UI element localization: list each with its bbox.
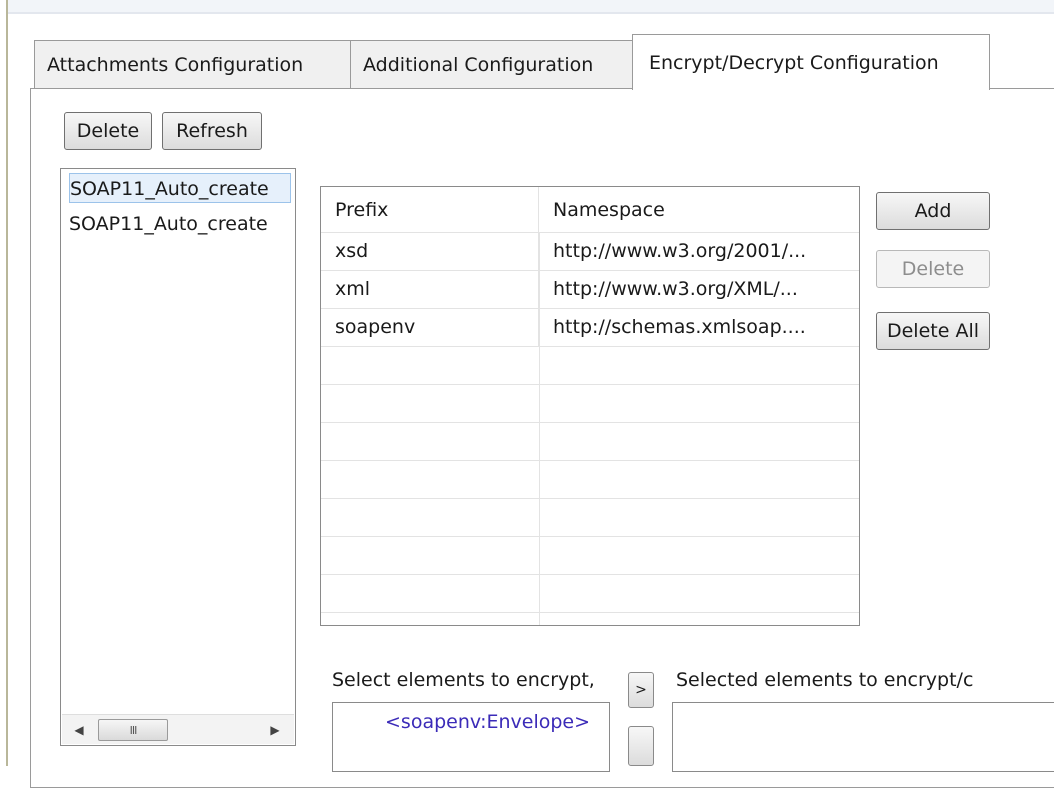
available-elements-tree[interactable]: <soapenv:Envelope> (332, 702, 610, 772)
config-list[interactable]: SOAP11_Auto_create SOAP11_Auto_create ◀ … (60, 168, 296, 746)
table-row[interactable] (321, 347, 859, 385)
refresh-button[interactable]: Refresh (162, 112, 262, 150)
prefix-cell: xml (321, 271, 539, 308)
tab-additional-configuration[interactable]: Additional Configuration (350, 40, 634, 88)
scroll-right-icon[interactable]: ▶ (264, 718, 286, 742)
prefix-column-header[interactable]: Prefix (321, 187, 539, 233)
scrollbar-thumb[interactable]: III (98, 719, 168, 741)
window-left-edge (0, 0, 8, 766)
selected-elements-list[interactable] (672, 702, 1054, 772)
table-row[interactable] (321, 575, 859, 613)
table-row[interactable] (321, 461, 859, 499)
namespace-cell: http://schemas.xmlsoap.... (553, 316, 806, 338)
table-row[interactable] (321, 385, 859, 423)
namespace-table[interactable]: Prefix Namespace xsd http://www.w3.org/2… (320, 186, 860, 626)
prefix-cell: xsd (321, 233, 539, 270)
selected-elements-label: Selected elements to encrypt/c (676, 669, 974, 691)
table-row[interactable] (321, 499, 859, 537)
tab-attachments-configuration[interactable]: Attachments Configuration (34, 40, 352, 88)
delete-config-button[interactable]: Delete (64, 112, 152, 150)
move-left-button[interactable] (628, 726, 654, 766)
delete-all-namespaces-button[interactable]: Delete All (876, 312, 990, 350)
table-row[interactable]: xsd http://www.w3.org/2001/... (321, 233, 859, 271)
namespace-cell: http://www.w3.org/XML/... (553, 278, 798, 300)
config-list-item[interactable]: SOAP11_Auto_create (69, 209, 291, 239)
tree-item-envelope[interactable]: <soapenv:Envelope> (385, 711, 590, 733)
table-row[interactable]: xml http://www.w3.org/XML/... (321, 271, 859, 309)
config-list-item[interactable]: SOAP11_Auto_create (69, 173, 291, 203)
table-row[interactable] (321, 537, 859, 575)
add-namespace-button[interactable]: Add (876, 192, 990, 230)
table-row[interactable] (321, 423, 859, 461)
prefix-cell: soapenv (321, 309, 539, 346)
select-elements-label: Select elements to encrypt, (332, 669, 595, 691)
config-list-horizontal-scrollbar[interactable]: ◀ III ▶ (62, 714, 294, 744)
scroll-left-icon[interactable]: ◀ (68, 718, 90, 742)
namespace-column-header[interactable]: Namespace (539, 187, 857, 233)
table-row[interactable]: soapenv http://schemas.xmlsoap.... (321, 309, 859, 347)
tab-encrypt-decrypt-configuration[interactable]: Encrypt/Decrypt Configuration (632, 34, 990, 90)
table-header: Prefix Namespace (321, 187, 859, 233)
delete-namespace-button[interactable]: Delete (876, 250, 990, 288)
move-right-button[interactable]: > (628, 672, 654, 708)
namespace-cell: http://www.w3.org/2001/... (553, 240, 807, 262)
window-top-strip (0, 0, 1054, 14)
